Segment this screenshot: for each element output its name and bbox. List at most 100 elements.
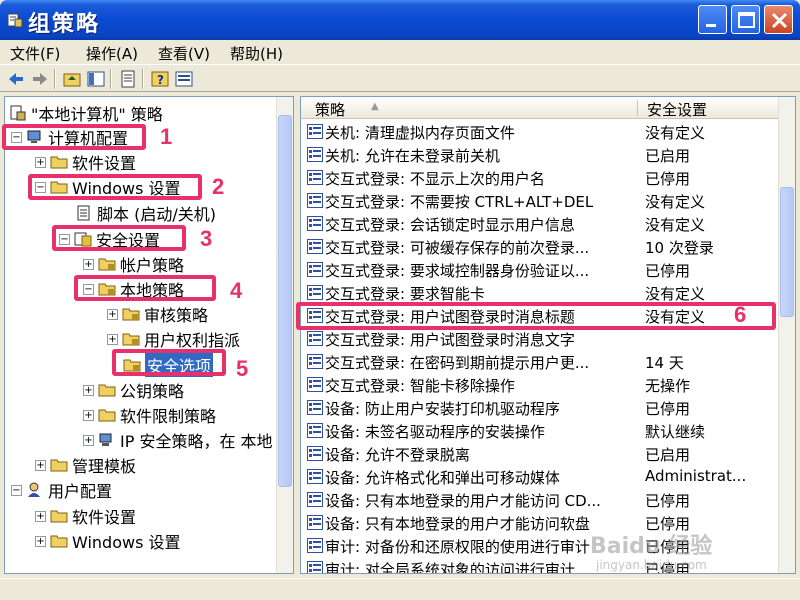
export-list-icon[interactable] [118, 69, 138, 89]
tree-item-admin-templates[interactable]: + 管理模板 [35, 453, 136, 477]
title-bar[interactable]: 组策略 [0, 0, 800, 40]
folder-icon [50, 535, 68, 548]
table-row[interactable]: 设备: 允许不登录脱离 已启用 [301, 442, 779, 465]
close-button[interactable] [764, 5, 793, 34]
policy-setting: 无操作 [645, 377, 691, 395]
folder-lock-icon [122, 333, 140, 346]
menu-view[interactable]: 查看(V) [158, 43, 210, 64]
policy-name: 审计: 对备份和还原权限的使用进行审计 [325, 538, 590, 556]
policy-setting: 已启用 [645, 147, 691, 165]
tree-item-user-rights[interactable]: + 用户权利指派 [107, 327, 240, 351]
column-header-setting[interactable]: 安全设置 [647, 99, 707, 120]
folder-icon [50, 510, 68, 523]
table-row[interactable]: 关机: 允许在未登录前关机 已启用 [301, 143, 779, 166]
tree-item-audit-policy[interactable]: + 审核策略 [107, 302, 208, 326]
policy-list-pane[interactable]: 策略 ▲ 安全设置 关机: 清理虚拟内存页面文件 没有定义 关机: 允许在未登录前关… [300, 96, 796, 574]
expand-icon[interactable]: + [83, 258, 94, 270]
forward-arrow-icon[interactable] [30, 69, 50, 89]
status-bar [0, 578, 800, 600]
table-row[interactable]: 交互式登录: 用户试图登录时消息文字 [301, 327, 779, 350]
network-computer-icon [99, 433, 112, 446]
annotation-number-2: 2 [212, 174, 225, 199]
tree-item-public-key[interactable]: + 公钥策略 [83, 378, 184, 402]
expand-icon[interactable]: + [35, 510, 46, 522]
expand-icon[interactable]: + [107, 308, 118, 320]
policy-item-icon [307, 124, 323, 139]
collapse-icon[interactable]: − [11, 484, 22, 496]
policy-setting: 没有定义 [645, 216, 706, 234]
tree-item-computer-config[interactable]: − 计算机配置 [11, 125, 128, 149]
table-row[interactable]: 设备: 允许格式化和弹出可移动媒体 Administrat... [301, 465, 779, 488]
expand-icon[interactable]: + [83, 409, 94, 421]
expand-icon[interactable]: + [35, 156, 46, 168]
menu-help[interactable]: 帮助(H) [230, 43, 283, 64]
expand-icon[interactable]: + [83, 384, 94, 396]
tree-item-user-windows-settings[interactable]: + Windows 设置 [35, 529, 181, 553]
tree-label: 脚本 (启动/关机) [97, 205, 216, 224]
table-row[interactable]: 设备: 防止用户安装打印机驱动程序 已停用 [301, 396, 779, 419]
table-row[interactable]: 交互式登录: 可被缓存保存的前次登录... 10 次登录 [301, 235, 779, 258]
help-icon[interactable]: ? [150, 69, 170, 89]
tree-root[interactable]: "本地计算机" 策略 [9, 101, 163, 125]
collapse-icon[interactable]: − [59, 233, 70, 245]
table-row[interactable]: 交互式登录: 在密码到期前提示用户更... 14 天 [301, 350, 779, 373]
policy-item-icon [307, 170, 323, 185]
table-row[interactable]: 交互式登录: 不需要按 CTRL+ALT+DEL 没有定义 [301, 189, 779, 212]
tree-item-user-config[interactable]: − 用户配置 [11, 478, 112, 502]
table-row[interactable]: 关机: 清理虚拟内存页面文件 没有定义 [301, 120, 779, 143]
table-row[interactable]: 交互式登录: 用户试图登录时消息标题 没有定义 [301, 304, 779, 327]
policy-item-icon [307, 354, 323, 369]
tree-scrollbar-thumb[interactable] [278, 115, 292, 487]
policy-item-icon [307, 262, 323, 277]
list-scrollbar-thumb[interactable] [780, 187, 794, 317]
table-row[interactable]: 交互式登录: 要求智能卡 没有定义 [301, 281, 779, 304]
back-arrow-icon[interactable] [6, 69, 26, 89]
tree-item-local-policy[interactable]: − 本地策略 [83, 277, 184, 301]
tree-label: IP 安全策略，在 本地 [120, 432, 273, 451]
tree-item-user-software-settings[interactable]: + 软件设置 [35, 504, 136, 528]
tree-item-security-settings[interactable]: − 安全设置 [59, 227, 160, 251]
table-row[interactable]: 设备: 未签名驱动程序的安装操作 默认继续 [301, 419, 779, 442]
tree-item-security-options[interactable]: 安全选项 [123, 353, 214, 377]
policy-name: 交互式登录: 用户试图登录时消息标题 [325, 308, 575, 326]
maximize-button[interactable] [731, 5, 760, 34]
expand-icon[interactable]: + [107, 333, 118, 345]
expand-icon[interactable]: + [35, 459, 46, 471]
properties-icon[interactable] [174, 69, 194, 89]
collapse-icon[interactable]: − [11, 131, 22, 143]
window-title: 组策略 [28, 12, 101, 37]
tree-label: 计算机配置 [48, 129, 129, 148]
script-icon [77, 205, 90, 221]
tree-label: 软件限制策略 [120, 407, 217, 426]
tree-item-ip-security[interactable]: + IP 安全策略，在 本地 [83, 428, 273, 452]
tree-label: 安全设置 [96, 231, 161, 250]
table-row[interactable]: 交互式登录: 智能卡移除操作 无操作 [301, 373, 779, 396]
tree-item-windows-settings[interactable]: − Windows 设置 [35, 175, 181, 199]
show-tree-icon[interactable] [86, 69, 106, 89]
table-row[interactable]: 交互式登录: 会话锁定时显示用户信息 没有定义 [301, 212, 779, 235]
column-divider[interactable] [637, 100, 638, 116]
list-scrollbar[interactable] [778, 97, 795, 573]
expand-icon[interactable]: + [35, 535, 46, 547]
collapse-icon[interactable]: − [83, 283, 94, 295]
tree-item-scripts[interactable]: 脚本 (启动/关机) [75, 201, 216, 225]
tree-item-account-policy[interactable]: + 帐户策略 [83, 252, 184, 276]
table-row[interactable]: 交互式登录: 要求域控制器身份验证以... 已停用 [301, 258, 779, 281]
policy-item-icon [307, 469, 323, 484]
collapse-icon[interactable]: − [35, 181, 46, 193]
tree-item-software-settings[interactable]: + 软件设置 [35, 150, 136, 174]
expand-icon[interactable]: + [83, 434, 94, 446]
column-header-policy[interactable]: 策略 [315, 99, 345, 120]
tree-pane[interactable]: "本地计算机" 策略 − 计算机配置 + 软件设置 − Windows 设置 脚… [4, 96, 294, 574]
menu-file[interactable]: 文件(F) [10, 43, 60, 64]
menu-action[interactable]: 操作(A) [86, 43, 138, 64]
up-folder-icon[interactable] [62, 69, 82, 89]
minimize-button[interactable] [698, 5, 727, 34]
tree-label: Windows 设置 [72, 179, 181, 198]
tree-item-software-restriction[interactable]: + 软件限制策略 [83, 403, 216, 427]
table-row[interactable]: 设备: 只有本地登录的用户才能访问 CD... 已停用 [301, 488, 779, 511]
policy-name: 关机: 清理虚拟内存页面文件 [325, 124, 515, 142]
tree-scrollbar[interactable] [276, 97, 293, 573]
table-row[interactable]: 交互式登录: 不显示上次的用户名 已停用 [301, 166, 779, 189]
minimize-icon [706, 24, 716, 27]
